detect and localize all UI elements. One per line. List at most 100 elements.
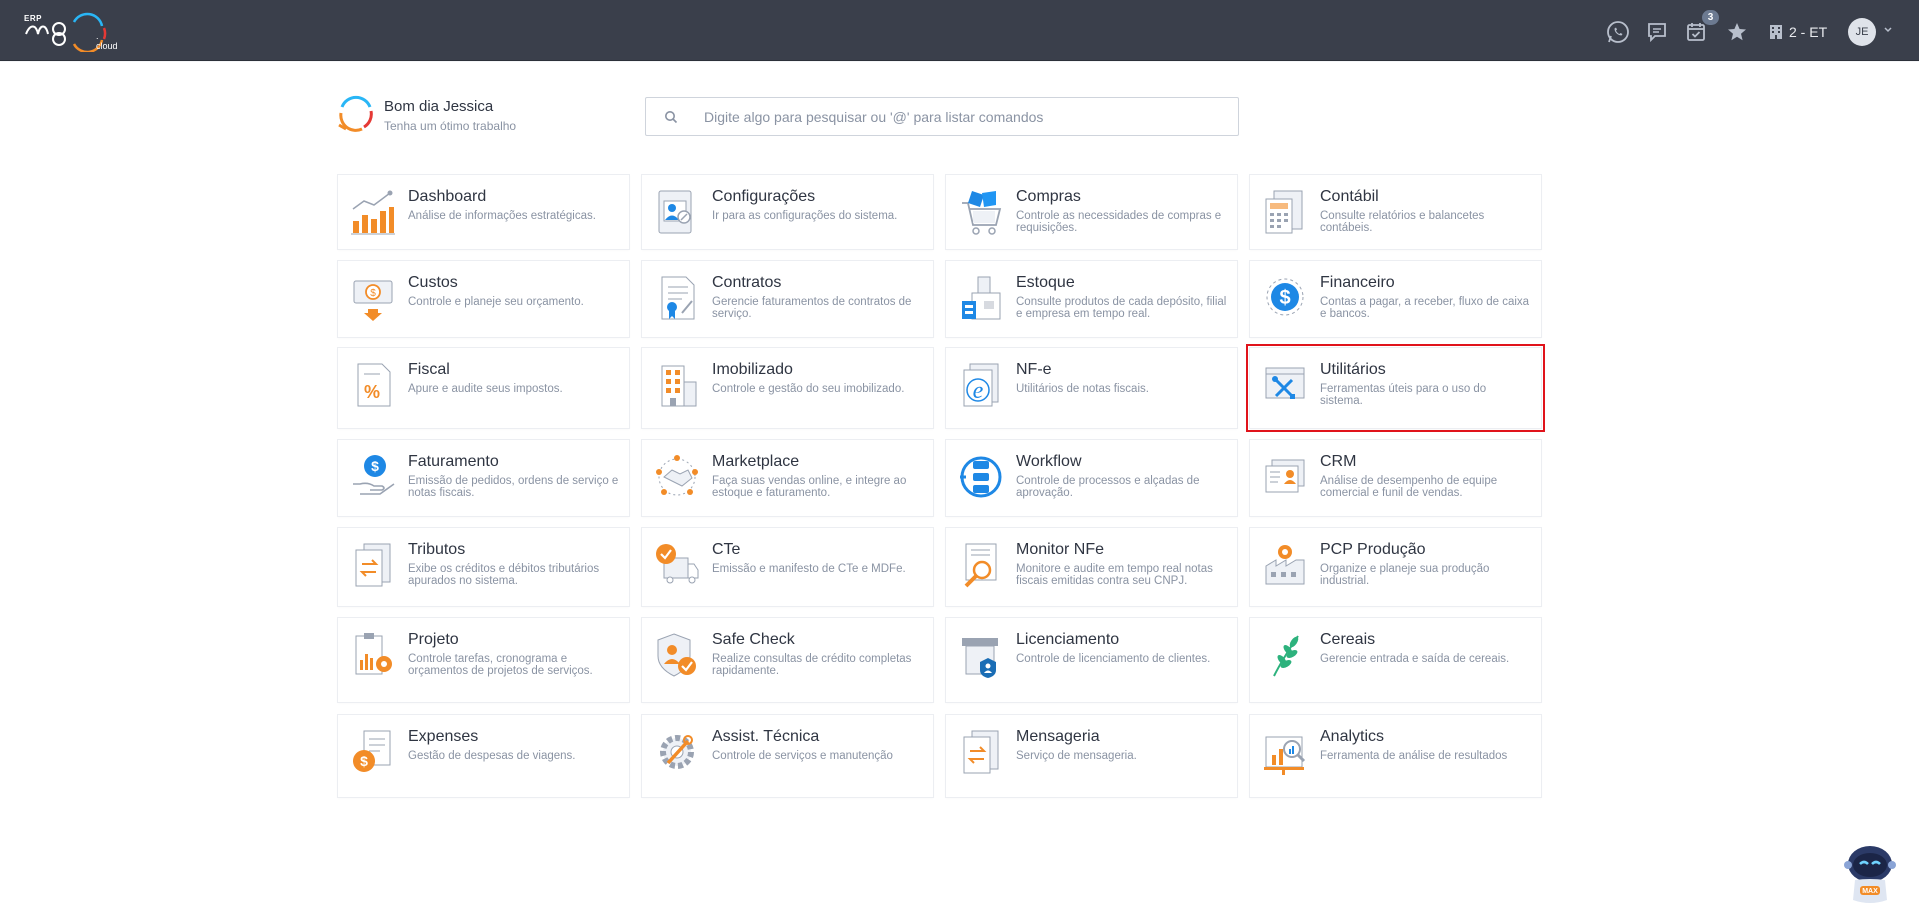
projeto-icon [350,630,396,680]
module-card-compras[interactable]: Compras Controle as necessidades de compr… [946,175,1237,249]
module-description: Apure e audite seus impostos. [408,383,563,395]
module-description: Utilitários de notas fiscais. [1016,383,1149,395]
module-title: Mensageria [1016,728,1100,745]
module-title: Projeto [408,631,459,648]
module-description: Consulte relatórios e balancetes contábe… [1320,210,1485,234]
estoque-icon [958,273,1004,323]
module-description: Gestão de despesas de viagens. [408,750,576,762]
module-card-contratos[interactable]: Contratos Gerencie faturamentos de contra… [642,261,933,337]
svg-text:%: % [364,382,380,402]
module-card-imobilizado[interactable]: Imobilizado Controle e gestão do seu imob… [642,348,933,428]
svg-text:$: $ [371,458,379,474]
module-description: Realize consultas de crédito completas r… [712,653,912,677]
compras-icon [958,187,1004,237]
greeting-subtitle: Tenha um ótimo trabalho [384,119,517,133]
search-input[interactable] [704,108,1204,125]
module-card-dashboard[interactable]: Dashboard Análise de informações estratég… [338,175,629,249]
company-label: 2 - ET [1789,24,1828,40]
assistant-label: MAX [1862,888,1878,895]
search-icon [665,110,678,123]
faturamento-icon: $ [350,452,396,502]
module-title: Expenses [408,728,479,745]
module-title: Contábil [1320,188,1379,205]
custos-icon: $ [350,273,396,323]
search-box[interactable] [645,97,1239,136]
m8-cloud-logo[interactable]: ERP . cloud [24,12,120,52]
module-card-faturamento[interactable]: $ Faturamento Emissão de pedidos, ordens d… [338,440,629,516]
module-card-utilitarios[interactable]: Utilitários Ferramentas úteis para o uso … [1246,344,1545,432]
chevron-down-icon[interactable] [1883,25,1893,35]
module-description: Controle e gestão do seu imobilizado. [712,383,905,395]
module-card-monitor-nfe[interactable]: Monitor NFe Monitore e audite em tempo re… [946,528,1237,606]
module-description: Ir para as configurações do sistema. [712,210,898,222]
module-card-financeiro[interactable]: $ Financeiro Contas a pagar, a receber, fl… [1250,261,1541,337]
module-card-estoque[interactable]: Estoque Consulte produtos de cada depósit… [946,261,1237,337]
mensageria-icon [958,727,1004,777]
module-title: Cereais [1320,631,1376,648]
module-card-contabil[interactable]: Contábil Consulte relatórios e balancetes… [1250,175,1541,249]
module-title: PCP Produção [1320,541,1426,558]
building-icon [1770,25,1782,39]
module-title: Licenciamento [1016,631,1120,648]
module-description: Faça suas vendas online, e integre ao es… [712,475,907,499]
module-card-crm[interactable]: CRM Análise de desempenho de equipe comer… [1250,440,1541,516]
module-card-configuracoes[interactable]: Configurações Ir para as configurações do… [642,175,933,249]
module-card-expenses[interactable]: $ Expenses Gestão de despesas de viagens. [338,715,629,797]
dashboard-icon [350,187,396,237]
greeting-title: Bom dia Jessica [384,98,494,115]
max-assistant-icon[interactable]: MAX [1843,842,1897,906]
module-description: Emissão de pedidos, ordens de serviço e … [408,475,619,499]
module-description: Controle e planeje seu orçamento. [408,296,584,308]
contratos-icon [654,273,700,323]
cte-icon [654,540,700,590]
imobilizado-icon [654,360,700,410]
top-bar: ERP . cloud 3 2 - ET JE [0,0,1919,61]
nf-e-icon: e [958,360,1004,410]
logo-cloud-label: . cloud [96,31,118,51]
module-card-assist-tecnica[interactable]: Assist. Técnica Controle de serviços e ma… [642,715,933,797]
licenciamento-icon [958,630,1004,680]
module-card-projeto[interactable]: Projeto Controle tarefas, cronograma e or… [338,618,629,702]
module-description: Ferramenta de análise de resultados [1320,750,1508,762]
module-description: Exibe os créditos e débitos tributários … [408,563,600,587]
module-card-nf-e[interactable]: e NF-e Utilitários de notas fiscais. [946,348,1237,428]
module-description: Contas a pagar, a receber, fluxo de caix… [1320,296,1530,320]
avatar[interactable]: JE [1848,18,1876,46]
notification-badge: 3 [1702,10,1719,25]
module-card-pcp-producao[interactable]: PCP Produção Organize e planeje sua produ… [1250,528,1541,606]
star-icon[interactable] [1724,19,1750,45]
tributos-icon [350,540,396,590]
module-title: Utilitários [1320,361,1386,378]
module-card-tributos[interactable]: Tributos Exibe os créditos e débitos trib… [338,528,629,606]
module-card-marketplace[interactable]: Marketplace Faça suas vendas online, e in… [642,440,933,516]
module-card-analytics[interactable]: Analytics Ferramenta de análise de result… [1250,715,1541,797]
module-description: Gerencie faturamentos de contratos de se… [712,296,912,320]
svg-text:$: $ [370,288,376,299]
module-description: Serviço de mensageria. [1016,750,1137,762]
company-selector[interactable]: 2 - ET [1769,20,1827,44]
contabil-icon [1262,187,1308,237]
module-description: Ferramentas úteis para o uso do sistema. [1320,383,1487,407]
whatsapp-icon[interactable] [1605,19,1631,45]
module-description: Organize e planeje sua produção industri… [1320,563,1490,587]
cereais-icon [1262,630,1308,680]
crm-icon [1262,452,1308,502]
module-description: Controle as necessidades de compras e re… [1016,210,1222,234]
module-card-licenciamento[interactable]: Licenciamento Controle de licenciamento d… [946,618,1237,702]
module-card-custos[interactable]: $ Custos Controle e planeje seu orçamento. [338,261,629,337]
module-title: Analytics [1320,728,1385,745]
module-title: NF-e [1016,361,1052,378]
analytics-icon [1262,727,1308,777]
chat-icon[interactable] [1644,19,1670,45]
module-title: Fiscal [408,361,450,378]
module-card-safe-check[interactable]: Safe Check Realize consultas de crédito c… [642,618,933,702]
module-card-mensageria[interactable]: Mensageria Serviço de mensageria. [946,715,1237,797]
module-card-fiscal[interactable]: % Fiscal Apure e audite seus impostos. [338,348,629,428]
module-title: Marketplace [712,453,800,470]
module-card-workflow[interactable]: Workflow Controle de processos e alçadas … [946,440,1237,516]
module-card-cereais[interactable]: Cereais Gerencie entrada e saída de cerea… [1250,618,1541,702]
module-card-cte[interactable]: CTe Emissão e manifesto de CTe e MDFe. [642,528,933,606]
marketplace-icon [654,452,700,502]
monitor-nfe-icon [958,540,1004,590]
module-description: Controle de processos e alçadas de aprov… [1016,475,1200,499]
